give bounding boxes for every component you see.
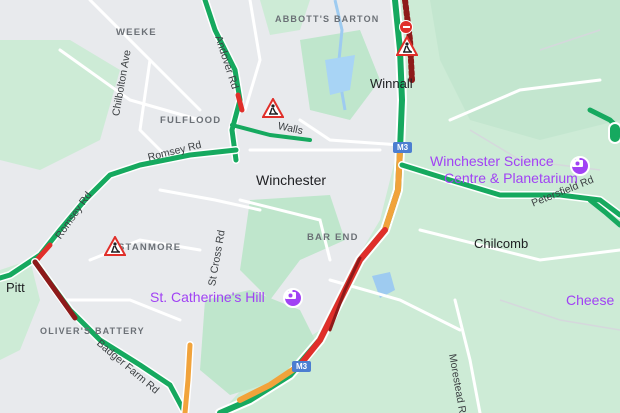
m3-shield: M3 <box>292 361 312 372</box>
map-canvas <box>0 0 620 413</box>
m3-shield: M3 <box>393 142 413 153</box>
poi-label-st-catherines-hill[interactable]: St. Catherine's Hill <box>150 289 265 305</box>
camera-icon[interactable] <box>283 288 303 308</box>
place-label-winnall[interactable]: Winnall <box>370 76 413 91</box>
place-label-pitt[interactable]: Pitt <box>6 280 25 295</box>
area-label-weeke: WEEKE <box>116 27 157 38</box>
map-marker-icon[interactable] <box>608 122 620 144</box>
map-view[interactable]: WEEKE ABBOTT'S BARTON FULFLOOD STANMORE … <box>0 0 620 413</box>
roadworks-icon[interactable] <box>104 236 126 256</box>
no-entry-icon[interactable] <box>399 20 413 34</box>
area-label-fulflood: FULFLOOD <box>160 115 222 126</box>
area-label-abbotts-barton-1: ABBOTT'S BARTON <box>275 14 380 24</box>
area-label-stanmore: STANMORE <box>118 242 182 253</box>
place-label-winchester[interactable]: Winchester <box>256 172 326 188</box>
area-label-olivers-battery: OLIVER'S BATTERY <box>40 326 145 336</box>
poi-label-science-centre-line2[interactable]: Centre & Planetarium <box>444 170 578 186</box>
poi-label-science-centre-line1[interactable]: Winchester Science <box>430 153 554 169</box>
place-label-cheese[interactable]: Cheese <box>566 292 614 308</box>
area-label-bar-end: BAR END <box>307 232 359 243</box>
place-label-chilcomb[interactable]: Chilcomb <box>474 236 528 251</box>
camera-icon[interactable] <box>570 156 590 176</box>
roadworks-icon[interactable] <box>262 98 284 118</box>
roadworks-icon[interactable] <box>396 36 418 56</box>
